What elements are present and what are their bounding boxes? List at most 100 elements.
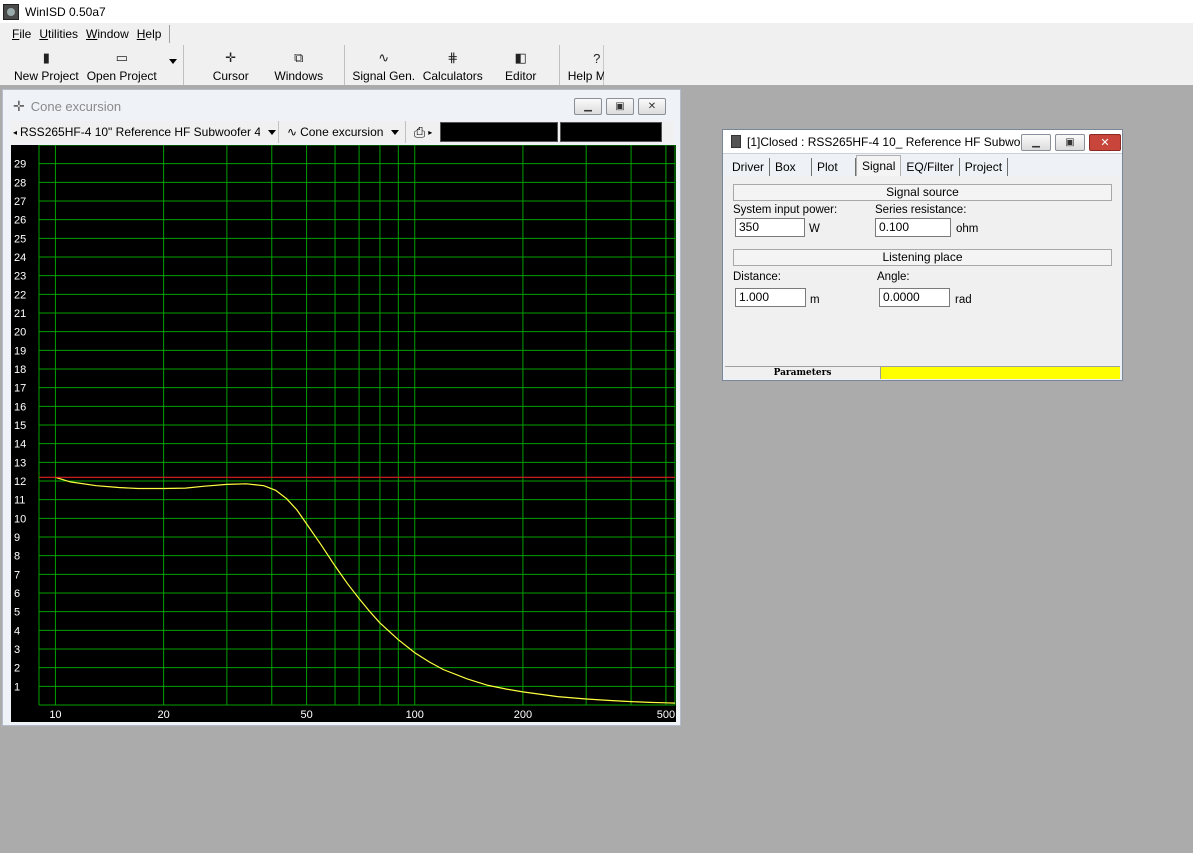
print-button[interactable]: ⎙ ▸: [406, 121, 440, 143]
y-tick-label: 4: [14, 625, 20, 637]
help-icon: ?: [593, 50, 601, 66]
y-tick-label: 6: [14, 588, 20, 600]
y-tick-label: 13: [14, 457, 26, 469]
menu-help[interactable]: Help: [133, 25, 166, 43]
menu-separator: [169, 25, 171, 43]
plot-type-select[interactable]: ∿ Cone excursion: [279, 121, 406, 143]
driver-select-value: RSS265HF-4 10" Reference HF Subwoofer 4 …: [20, 125, 261, 139]
param-status-bar: Parameters: [725, 366, 1120, 379]
power-unit: W: [809, 223, 820, 235]
crosshair-icon: ✛: [225, 50, 237, 65]
new-project-button[interactable]: ▮ New Project: [10, 45, 83, 85]
x-tick-label: 100: [406, 709, 424, 721]
series-resistance-field[interactable]: 0.100: [875, 218, 951, 237]
y-tick-label: 21: [14, 308, 26, 320]
open-project-dropdown-arrow[interactable]: [168, 59, 177, 64]
new-project-icon: ▮: [42, 50, 50, 65]
calculators-button[interactable]: ⋕ Calculators: [419, 45, 487, 85]
document-icon: [731, 135, 741, 148]
scroll-right-icon: ▸: [428, 127, 433, 137]
y-tick-label: 10: [14, 513, 26, 525]
open-folder-icon: ▭: [115, 50, 128, 65]
param-window-title: [1]Closed : RSS265HF-4 10_ Reference HF …: [747, 134, 1031, 149]
angle-label: Angle:: [877, 271, 910, 283]
menu-window[interactable]: Window: [82, 25, 133, 43]
parameters-window: [1]Closed : RSS265HF-4 10_ Reference HF …: [722, 129, 1123, 381]
angle-field[interactable]: 0.0000: [879, 288, 950, 307]
y-tick-label: 26: [14, 215, 26, 227]
minimize-button[interactable]: ▁: [574, 98, 602, 115]
signal-wave-icon: ∿: [287, 125, 298, 139]
winisd-app-icon: [3, 3, 19, 20]
y-tick-label: 1: [14, 681, 20, 693]
cursor-readout-2: [560, 122, 662, 142]
tab-box[interactable]: Box: [770, 158, 812, 176]
chevron-down-icon: [391, 129, 400, 135]
y-tick-label: 15: [14, 420, 26, 432]
distance-label: Distance:: [733, 271, 781, 283]
graph-window-title: Cone excursion: [30, 98, 122, 114]
maximize-button[interactable]: ▣: [1055, 134, 1085, 151]
driver-select[interactable]: ◂ RSS265HF-4 10" Reference HF Subwoofer …: [11, 121, 279, 143]
angle-unit: rad: [955, 294, 972, 306]
tab-plot[interactable]: Plot: [812, 158, 856, 176]
tab-project[interactable]: Project: [960, 158, 1009, 176]
tab-eq-filter[interactable]: EQ/Filter: [901, 158, 960, 176]
graph-toolbar: ◂ RSS265HF-4 10" Reference HF Subwoofer …: [11, 121, 674, 143]
cursor-button[interactable]: ✛ Cursor: [198, 45, 264, 85]
param-tabs: Driver Box Plot Signal EQ/Filter Project: [727, 154, 1009, 176]
y-tick-label: 16: [14, 401, 26, 413]
y-tick-label: 23: [14, 271, 26, 283]
distance-field[interactable]: 1.000: [735, 288, 806, 307]
close-button[interactable]: ✕: [1089, 134, 1121, 151]
y-tick-label: 7: [14, 569, 20, 581]
y-tick-label: 29: [14, 159, 26, 171]
editor-button[interactable]: ◧ Editor: [487, 45, 555, 85]
menu-file[interactable]: File: [8, 25, 35, 43]
x-tick-label: 10: [49, 709, 61, 721]
signal-source-header: Signal source: [733, 184, 1112, 201]
y-tick-label: 12: [14, 476, 26, 488]
minimize-button[interactable]: ▁: [1021, 134, 1051, 151]
y-tick-label: 9: [14, 532, 20, 544]
plot-type-value: Cone excursion: [300, 125, 384, 139]
y-tick-label: 8: [14, 551, 20, 563]
y-tick-label: 17: [14, 383, 26, 395]
close-button[interactable]: ✕: [638, 98, 666, 115]
scroll-left-icon: ◂: [13, 127, 18, 137]
tab-driver[interactable]: Driver: [727, 158, 770, 176]
open-project-button[interactable]: ▭ Open Project: [83, 45, 161, 85]
project-button-group: ▮ New Project ▭ Open Project: [10, 45, 184, 85]
app-title: WinISD 0.50a7: [25, 4, 106, 19]
menu-utilities[interactable]: Utilities: [35, 25, 82, 43]
y-tick-label: 11: [14, 495, 25, 507]
y-tick-label: 28: [14, 177, 26, 189]
maximize-button[interactable]: ▣: [606, 98, 634, 115]
y-tick-label: 18: [14, 364, 26, 376]
windows-button[interactable]: ⧉ Windows: [264, 45, 334, 85]
x-tick-label: 200: [514, 709, 532, 721]
y-tick-label: 3: [14, 644, 20, 656]
y-tick-label: 20: [14, 327, 26, 339]
y-tick-label: 24: [14, 252, 26, 264]
y-tick-label: 19: [14, 345, 26, 357]
tab-signal[interactable]: Signal: [856, 155, 902, 176]
toolbar-empty-area: [604, 45, 1193, 85]
x-tick-label: 20: [157, 709, 169, 721]
status-indicator: [881, 367, 1120, 379]
graph-window-controls: ▁ ▣ ✕: [574, 98, 666, 115]
y-tick-label: 14: [14, 439, 26, 451]
chart-background: [11, 145, 676, 722]
main-toolbar: ▮ New Project ▭ Open Project ✛ Cursor ⧉ …: [0, 45, 626, 85]
y-tick-label: 25: [14, 233, 26, 245]
system-input-power-field[interactable]: 350: [735, 218, 805, 237]
series-resistance-label: Series resistance:: [875, 204, 967, 216]
signal-wave-icon: ∿: [378, 50, 390, 65]
resistance-unit: ohm: [956, 223, 979, 235]
cone-excursion-chart[interactable]: 1 2 3 4 5 6 7 8 9 10 11 12 13 14 15 16 17 18 19 20 21 22 23 24 2…: [11, 145, 676, 722]
printer-icon: ⎙: [414, 123, 426, 140]
windows-icon: ⧉: [294, 50, 304, 65]
tools-button-group: ∿ Signal Gen. ⋕ Calculators ◧ Editor: [349, 45, 560, 85]
chart-svg: 1234567891011121314151617181920212223242…: [11, 145, 676, 722]
signal-gen-button[interactable]: ∿ Signal Gen.: [349, 45, 419, 85]
